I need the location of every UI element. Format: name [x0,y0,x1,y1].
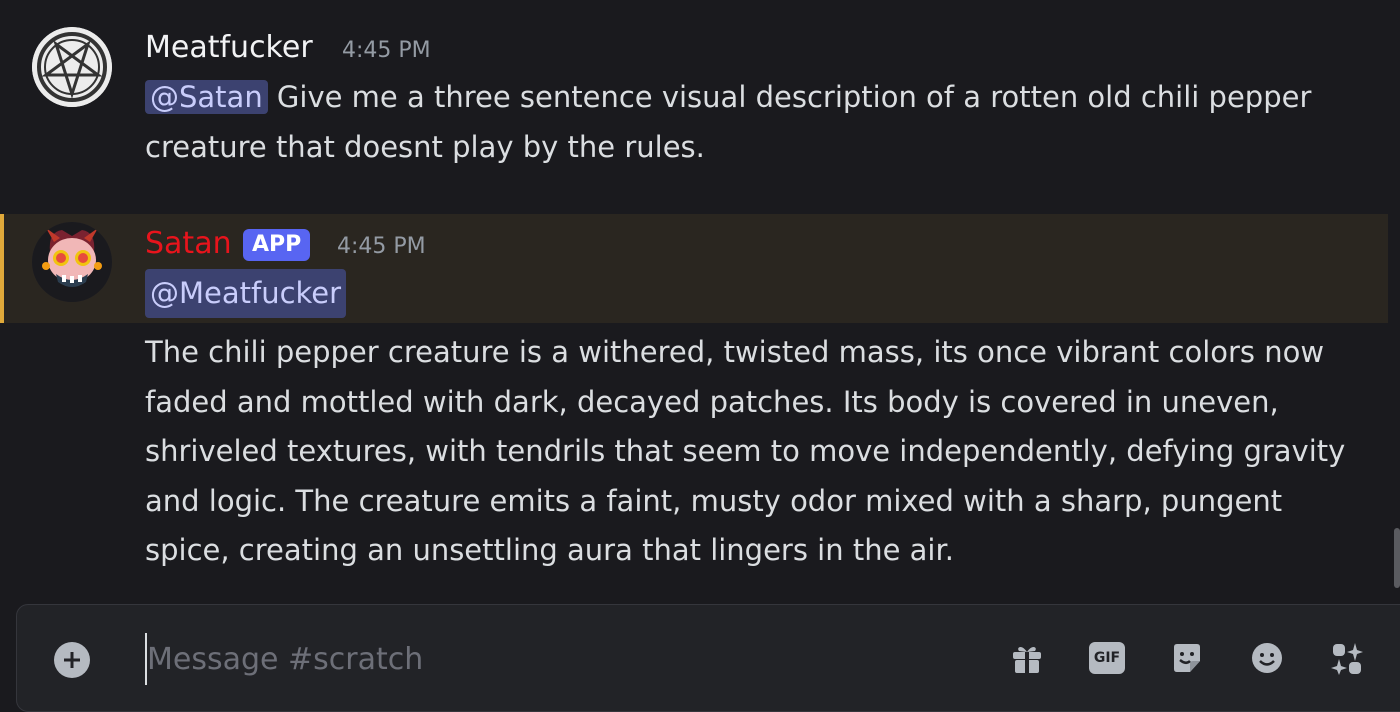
message-text: The chili pepper creature is a withered,… [145,335,1346,567]
message-composer: GIF [16,604,1400,712]
pentagram-icon [32,27,112,107]
gif-button[interactable]: GIF [1087,638,1127,678]
message-item: Meatfucker 4:45 PM @Satan Give me a thre… [0,0,1400,200]
app-badge: APP [243,229,311,261]
gift-icon [1013,646,1041,673]
sticker-button[interactable] [1167,638,1207,678]
sticker-icon [1174,644,1200,672]
message-timestamp: 4:45 PM [337,234,426,259]
skull-avatar-icon [32,222,112,302]
message-timestamp: 4:45 PM [342,38,431,63]
gif-icon: GIF [1089,642,1125,674]
emoji-button[interactable] [1247,638,1287,678]
message-content: @Satan Give me a three sentence visual d… [145,73,1365,172]
user-mention[interactable]: @Satan [145,80,268,114]
gift-button[interactable] [1007,638,1047,678]
message-author[interactable]: Satan [145,226,232,262]
plus-icon [64,652,80,668]
apps-sparkle-icon [1331,643,1363,675]
smiley-icon [1252,643,1282,673]
avatar[interactable] [32,27,112,107]
chat-view: Meatfucker 4:45 PM @Satan Give me a thre… [0,0,1400,712]
upload-plus-button[interactable] [54,642,90,678]
message-author[interactable]: Meatfucker [145,30,313,66]
message-text: Give me a three sentence visual descript… [145,80,1312,164]
apps-button[interactable] [1327,638,1367,678]
user-mention[interactable]: @Meatfucker [145,269,347,318]
avatar[interactable] [32,222,112,302]
message-input[interactable] [145,633,985,685]
scrollbar-thumb[interactable] [1394,528,1400,588]
